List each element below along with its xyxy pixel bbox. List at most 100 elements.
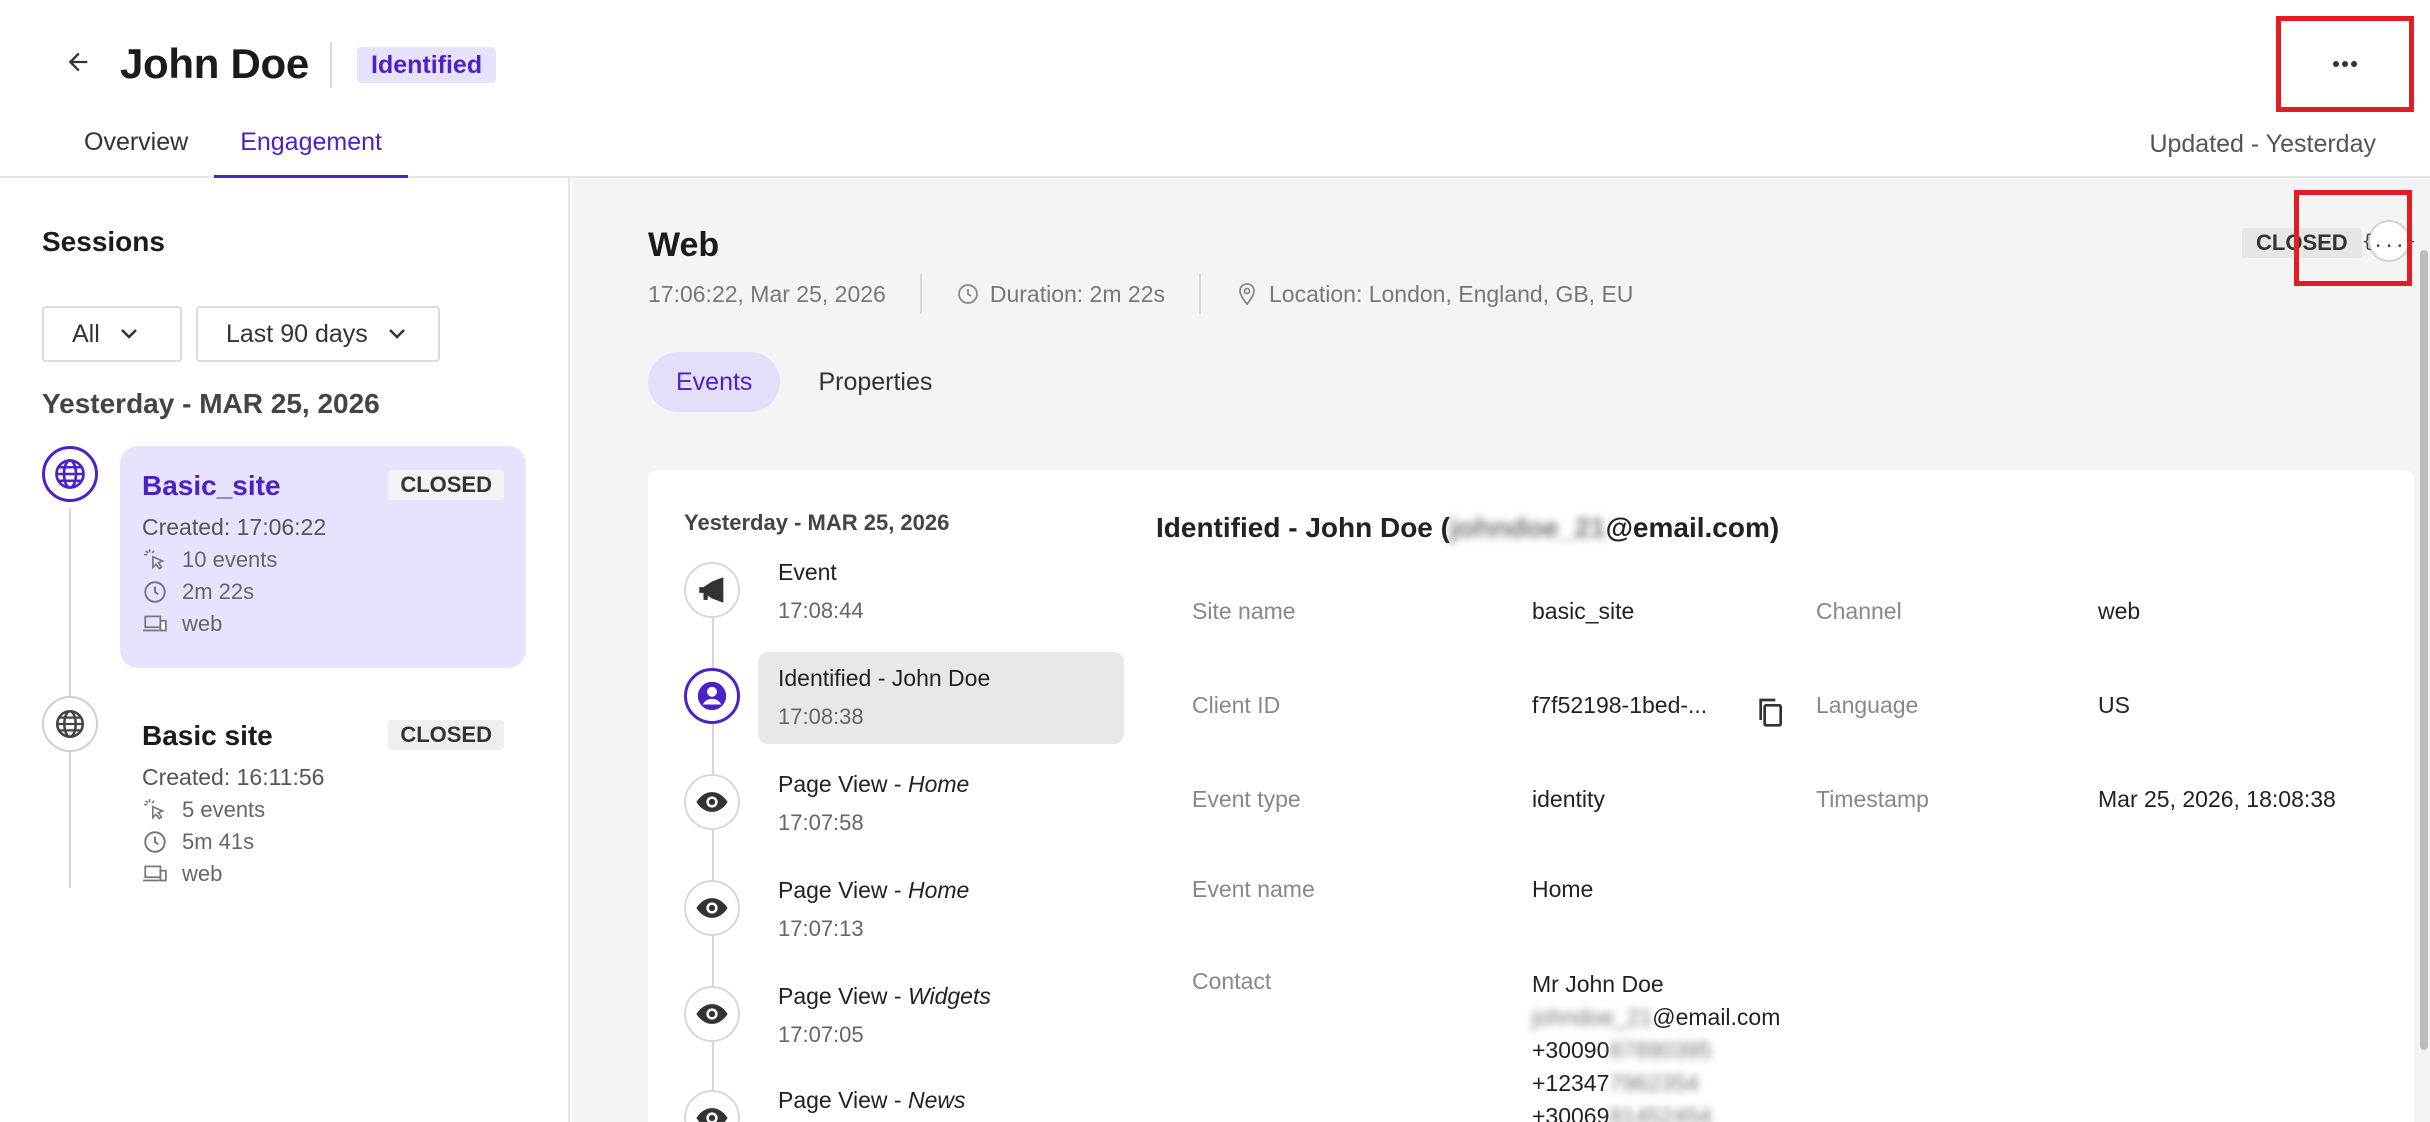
detail-title-suffix: @email.com) [1605,512,1780,543]
eye-icon [696,1108,728,1122]
contact-email: johndoe_21@email.com [1532,1001,1780,1034]
pointer-click-icon [144,549,165,570]
session-duration: 5m 41s [182,829,255,854]
event-item[interactable]: Event 17:08:44 [758,546,1124,638]
pointer-click-icon [144,799,165,820]
profile-tabs: Overview Engagement [58,112,408,178]
event-item[interactable]: Page View - News [758,1074,1124,1122]
json-view-button[interactable] [2294,190,2412,286]
detail-title-prefix: Identified - John Doe ( [1156,512,1450,543]
event-name-label: Event name [1192,876,1315,902]
clock-icon [144,581,166,603]
session-type-filter[interactable]: All [42,306,182,362]
tab-events[interactable]: Events [648,352,781,412]
back-button[interactable] [58,42,98,82]
sessions-day-label: Yesterday - MAR 25, 2026 [42,388,380,419]
language-value: US [2098,692,2130,718]
event-time: 17:07:13 [778,916,864,941]
session-detail: Web 17:06:22, Mar 25, 2026 Duration: 2m … [572,178,2430,1122]
event-item[interactable]: Identified - John Doe 17:08:38 [758,652,1124,744]
session-card[interactable]: Basic site CLOSED Created: 16:11:56 5 ev… [120,696,526,896]
session-events: 5 events [182,797,266,822]
eye-icon [696,898,728,918]
client-id-value: f7f52198-1bed-... [1532,692,1708,718]
channel-label: Channel [1816,598,1902,624]
event-name-text: Page View - [778,1087,908,1113]
session-duration-text: Duration: 2m 22s [989,280,1165,307]
copy-icon[interactable] [1754,696,1786,728]
date-range-value: Last 90 days [226,319,368,348]
tab-engagement[interactable]: Engagement [214,112,408,178]
phone-prefix: +30090 [1532,1037,1610,1063]
event-marker [684,1090,740,1122]
site-name-label: Site name [1192,598,1296,624]
globe-icon [55,459,85,489]
updated-label: Updated - Yesterday [2149,130,2376,158]
event-time: 17:08:38 [778,704,864,729]
event-marker [684,880,740,936]
event-type-label: Event type [1192,786,1301,812]
clock-icon [957,284,978,304]
phone-prefix: +12347 [1532,1070,1610,1096]
event-marker [684,562,740,618]
arrow-left-icon [68,52,88,72]
session-events: 10 events [182,547,278,572]
contact-phone: +123477962354 [1532,1067,1780,1100]
session-time-text: 17:06:22, Mar 25, 2026 [648,280,886,307]
events-panel: Yesterday - MAR 25, 2026 Event 17:08:44 … [648,470,2414,1122]
session-card[interactable]: Basic_site CLOSED Created: 17:06:22 10 e… [120,446,526,668]
event-page: Home [907,877,970,903]
session-meta: 17:06:22, Mar 25, 2026 Duration: 2m 22s … [648,274,1633,314]
megaphone-icon [699,577,724,603]
session-title: Web [648,226,720,264]
tab-properties[interactable]: Properties [790,352,960,412]
session-status-badge: CLOSED [388,470,504,500]
event-detail-title: Identified - John Doe (johndoe_21@email.… [1156,512,1779,544]
sessions-sidebar: Sessions All Last 90 days Yesterday - MA… [0,178,570,1122]
event-name: Event [778,558,1104,586]
clock-icon [144,831,166,853]
detail-title-email-user: johndoe_21 [1450,512,1606,543]
session-time: 17:06:22, Mar 25, 2026 [648,281,886,308]
event-page: Home [907,771,970,797]
channel-value: web [2098,598,2141,624]
session-events-row: 10 events [142,547,504,573]
event-name-text: Page View - [778,771,908,797]
eye-icon [696,1004,728,1024]
session-location: Location: London, England, GB, EU [1235,281,1633,308]
site-name-value: basic_site [1532,598,1635,624]
event-time: 17:08:44 [778,598,864,623]
contact-phone: +3009087890395 [1532,1034,1780,1067]
event-page: Widgets [907,983,991,1009]
event-name-text: Event [778,559,837,585]
scrollbar[interactable] [2420,250,2428,1050]
event-item[interactable]: Page View - Home 17:07:58 [758,758,1124,850]
event-name-text: Page View - [778,983,908,1009]
event-name: Page View - News [778,1086,1104,1114]
more-horizontal-icon [2333,61,2357,67]
location-pin-icon [1239,283,1255,306]
events-day-label: Yesterday - MAR 25, 2026 [684,510,950,535]
tab-overview[interactable]: Overview [58,112,214,178]
session-duration-meta: Duration: 2m 22s [956,281,1165,308]
event-item[interactable]: Page View - Widgets 17:07:05 [758,970,1124,1062]
globe-icon [55,709,85,739]
more-options-button[interactable] [2276,16,2414,112]
session-location-text: Location: London, England, GB, EU [1268,280,1634,307]
session-globe-marker [42,696,98,752]
session-channel-row: web [142,861,504,887]
event-time: 17:07:05 [778,1022,864,1047]
event-item[interactable]: Page View - Home 17:07:13 [758,864,1124,956]
event-time: 17:07:58 [778,810,864,835]
session-channel: web [182,611,223,636]
contact-phone: +3006981452454 [1532,1100,1780,1122]
contact-details: Mr John Doe johndoe_21@email.com +300908… [1532,968,1780,1122]
date-range-filter[interactable]: Last 90 days [196,306,440,362]
event-name: Page View - Widgets [778,982,1104,1010]
page-header: John Doe Identified Overview Engagement … [0,0,2430,178]
contact-email-domain: @email.com [1652,1004,1781,1030]
meta-divider [919,274,922,314]
timestamp-value: Mar 25, 2026, 18:08:38 [2098,786,2336,812]
contact-email-user: johndoe_21 [1532,1004,1653,1030]
event-name-text: Page View - [778,877,908,903]
